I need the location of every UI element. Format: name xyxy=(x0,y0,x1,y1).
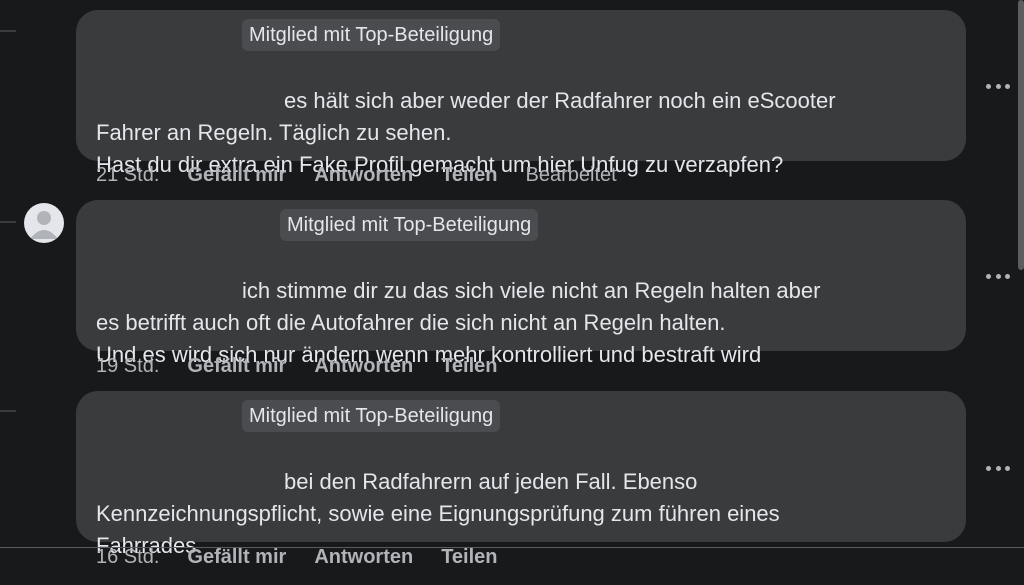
reply-button[interactable]: Antworten xyxy=(314,546,413,569)
timestamp[interactable]: 21 Std. xyxy=(96,164,159,187)
timestamp[interactable]: 19 Std. xyxy=(96,355,159,378)
scrollbar[interactable] xyxy=(1018,0,1024,270)
like-button[interactable]: Gefällt mir xyxy=(187,355,286,378)
like-button[interactable]: Gefällt mir xyxy=(187,164,286,187)
share-button[interactable]: Teilen xyxy=(441,164,497,187)
share-button[interactable]: Teilen xyxy=(441,355,497,378)
comment-text: es hält sich aber weder der Radfahrer no… xyxy=(96,53,942,181)
divider xyxy=(0,547,1024,548)
timestamp[interactable]: 16 Std. xyxy=(96,546,159,569)
thread-connector xyxy=(0,221,16,223)
comment-bubble: Mitglied mit Top-Beteiligung bei den Rad… xyxy=(76,391,966,558)
share-button[interactable]: Teilen xyxy=(441,546,497,569)
comment-actions: 16 Std. Gefällt mir Antworten Teilen xyxy=(96,546,526,569)
comment-bubble: Mitglied mit Top-Beteiligung es hält sic… xyxy=(76,10,966,177)
comment-text: bei den Radfahrern auf jeden Fall. Ebens… xyxy=(96,434,942,562)
reply-button[interactable]: Antworten xyxy=(314,164,413,187)
edited-label[interactable]: Bearbeitet xyxy=(526,164,617,187)
comment-actions: 21 Std. Gefällt mir Antworten Teilen Bea… xyxy=(96,164,645,187)
like-button[interactable]: Gefällt mir xyxy=(187,546,286,569)
thread-connector xyxy=(0,30,16,32)
default-avatar-icon[interactable] xyxy=(24,203,64,243)
comment-text: ich stimme dir zu das sich viele nicht a… xyxy=(96,243,942,371)
top-contributor-badge: Mitglied mit Top-Beteiligung xyxy=(242,400,501,432)
thread-connector xyxy=(0,410,16,412)
comment-body: bei den Radfahrern auf jeden Fall. Ebens… xyxy=(96,469,780,558)
comment-body: ich stimme dir zu das sich viele nicht a… xyxy=(96,278,821,367)
reply-button[interactable]: Antworten xyxy=(314,355,413,378)
top-contributor-badge: Mitglied mit Top-Beteiligung xyxy=(280,209,539,241)
more-options-icon[interactable] xyxy=(986,462,1010,474)
comment-actions: 19 Std. Gefällt mir Antworten Teilen xyxy=(96,355,526,378)
more-options-icon[interactable] xyxy=(986,80,1010,92)
more-options-icon[interactable] xyxy=(986,270,1010,282)
top-contributor-badge: Mitglied mit Top-Beteiligung xyxy=(242,19,501,51)
comment-bubble: Mitglied mit Top-Beteiligung ich stimme … xyxy=(76,200,966,367)
